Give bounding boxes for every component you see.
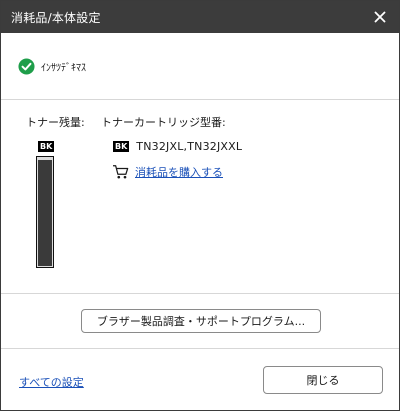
- divider: [1, 293, 399, 294]
- cart-icon[interactable]: [112, 164, 130, 180]
- divider: [1, 99, 399, 100]
- black-cartridge-badge: BK: [113, 141, 130, 152]
- check-circle-icon: [18, 57, 35, 75]
- divider: [1, 348, 399, 349]
- toner-level-label: トナー残量:: [26, 116, 85, 129]
- window-title: 消耗品/本体設定: [11, 11, 101, 25]
- settings-window: 消耗品/本体設定 ｲﾝｻﾂﾃﾞｷﾏｽ トナー残量: BK トナーカートリッジ型番…: [0, 0, 400, 411]
- status-row: ｲﾝｻﾂﾃﾞｷﾏｽ: [18, 56, 86, 76]
- buy-supplies-row: 消耗品を購入する: [112, 164, 223, 180]
- all-settings-link[interactable]: すべての設定: [19, 374, 84, 390]
- cartridge-row: BK TN32JXL,TN32JXXL: [113, 140, 242, 153]
- toner-level-fill: [38, 160, 52, 266]
- cartridge-model: TN32JXL,TN32JXXL: [136, 140, 243, 153]
- cartridge-model-label: トナーカートリッジ型番:: [101, 116, 226, 129]
- toner-level-bar: [36, 156, 54, 268]
- status-text: ｲﾝｻﾂﾃﾞｷﾏｽ: [41, 62, 86, 74]
- support-program-button[interactable]: ブラザー製品調査・サポートプログラム...: [81, 309, 321, 333]
- close-button[interactable]: 閉じる: [263, 366, 383, 394]
- black-toner-badge: BK: [38, 141, 55, 152]
- title-bar: 消耗品/本体設定: [1, 1, 399, 33]
- buy-supplies-link[interactable]: 消耗品を購入する: [135, 164, 223, 180]
- close-icon[interactable]: [367, 4, 393, 30]
